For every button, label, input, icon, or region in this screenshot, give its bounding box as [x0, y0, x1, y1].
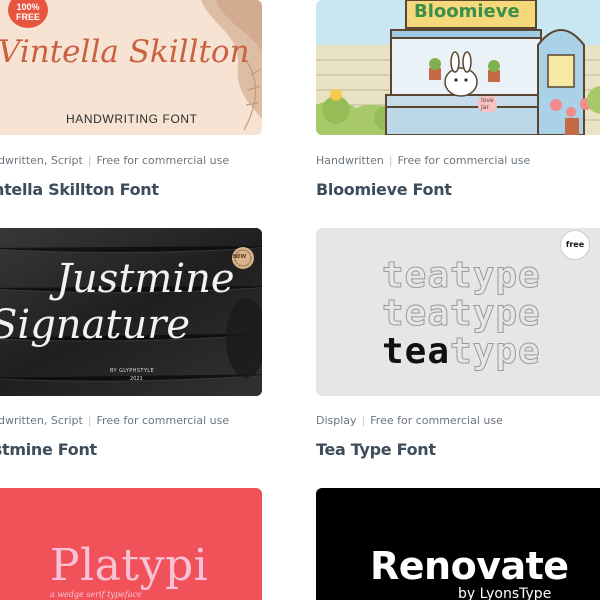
font-preview-subtitle: by LyonsType	[458, 586, 552, 600]
tag-separator: |	[87, 414, 92, 427]
font-thumbnail[interactable]: Bloomieve love Jar	[316, 0, 600, 135]
font-preview-subtitle: HANDWRITING FONT	[66, 112, 198, 126]
category-tag[interactable]: Handwritten, Script	[0, 414, 83, 427]
outline-word: tea	[381, 255, 451, 296]
solid-word: tea	[382, 331, 451, 372]
license-tag: Free for commercial use	[397, 154, 531, 167]
category-tag[interactable]: Handwritten, Script	[0, 154, 83, 167]
font-thumbnail[interactable]: Renovate by LyonsType	[316, 488, 600, 600]
font-preview-line2: Signature	[0, 302, 191, 348]
font-thumbnail[interactable]: free teatype teatype teatype	[316, 228, 600, 396]
license-tag: Free for commercial use	[96, 154, 230, 167]
preview-outline-row: teatype	[381, 255, 541, 296]
font-thumbnail[interactable]: Platypi a wedge serif typeface	[0, 488, 262, 600]
preview-solid-row: teatype	[382, 331, 541, 372]
font-preview-line1: Justmine	[56, 256, 235, 302]
card-tags: Handwritten, Script | Free for commercial …	[0, 154, 229, 167]
card-title[interactable]: Bloomieve Font	[316, 180, 452, 199]
card-title[interactable]: Justmine Font	[0, 440, 97, 459]
year-text: 2021	[130, 376, 143, 382]
card-title[interactable]: Tea Type Font	[316, 440, 436, 459]
card-tags: Handwritten, Script | Free for commercial …	[0, 414, 229, 427]
category-tag[interactable]: Handwritten	[316, 154, 384, 167]
outline-word: tea	[381, 293, 451, 334]
license-tag: Free for commercial use	[370, 414, 503, 427]
preview-outline-row: teatype	[381, 293, 541, 334]
tag-separator: |	[388, 154, 393, 167]
jar-label: love Jar	[478, 96, 497, 112]
free-badge: free	[560, 230, 590, 260]
outline-word: type	[450, 255, 541, 296]
tag-separator: |	[87, 154, 92, 167]
outline-word: type	[450, 293, 541, 334]
font-preview-text: Vintella Skillton	[0, 34, 250, 70]
shop-sign-text: Bloomieve	[414, 1, 520, 22]
tag-separator: |	[361, 414, 366, 427]
badge-line: 100%	[16, 2, 40, 12]
license-tag: Free for commercial use	[96, 414, 230, 427]
outline-word: type	[450, 331, 541, 372]
card-title[interactable]: Vintella Skillton Font	[0, 180, 159, 199]
font-thumbnail[interactable]: 100% FREE Vintella Skillton HANDWRITING …	[0, 0, 262, 135]
credit-text: BY GLYPHSTYLE	[110, 368, 155, 374]
badge-line: FREE	[15, 12, 40, 22]
font-preview-text: Renovate	[370, 544, 569, 588]
font-preview-text: Platypi	[50, 540, 209, 591]
card-tags: Display | Free for commercial use	[316, 414, 503, 427]
font-thumbnail[interactable]: NEW Justmine Signature BY GLYPHSTYLE 202…	[0, 228, 262, 396]
card-tags: Handwritten | Free for commercial use	[316, 154, 530, 167]
font-preview-subtitle: a wedge serif typeface	[50, 590, 142, 599]
category-tag[interactable]: Display	[316, 414, 357, 427]
